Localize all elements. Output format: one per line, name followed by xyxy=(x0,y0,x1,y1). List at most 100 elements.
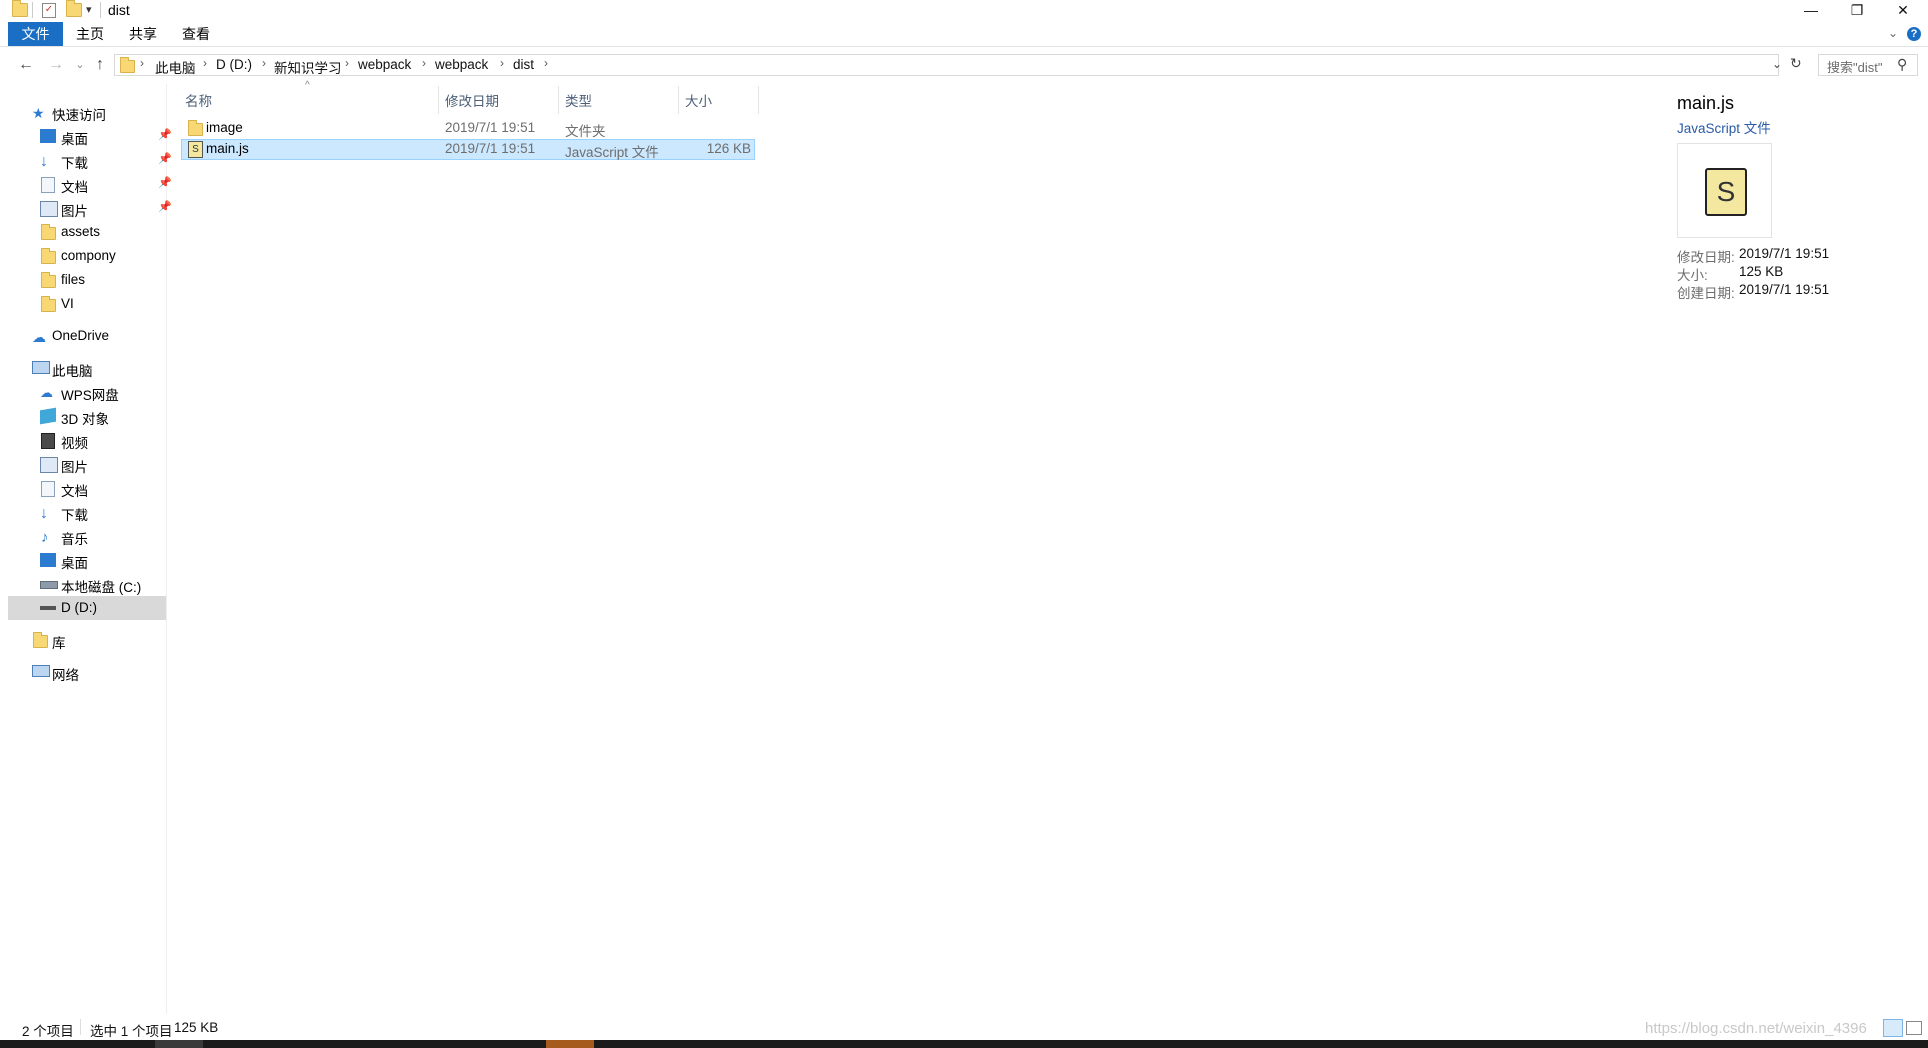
nav-quick-item[interactable]: files xyxy=(8,268,166,292)
preview-size-label: 大小: xyxy=(1677,268,1708,283)
recent-dropdown-icon[interactable]: ⌄ xyxy=(70,54,90,76)
window-title: dist xyxy=(108,2,130,18)
details-view-icon[interactable] xyxy=(1883,1019,1903,1037)
preview-created-label: 创建日期: xyxy=(1677,286,1735,301)
column-header-size[interactable]: 大小 xyxy=(685,90,712,110)
pin-icon: 📌 xyxy=(158,177,172,189)
nav-pc-item[interactable]: 视频 xyxy=(8,428,166,452)
file-type: JavaScript 文件 xyxy=(565,145,659,160)
nav-pc-item[interactable]: 3D 对象 xyxy=(8,404,166,428)
taskbar-item[interactable] xyxy=(546,1040,594,1048)
preview-created-value: 2019/7/1 19:51 xyxy=(1739,282,1830,297)
nav-pc-item[interactable]: ♪ 音乐 xyxy=(8,524,166,548)
nav-pc-item-selected[interactable]: D (D:) xyxy=(8,596,166,620)
file-size: 126 KB xyxy=(706,141,751,156)
column-divider[interactable] xyxy=(438,86,439,114)
nav-onedrive[interactable]: ☁ OneDrive xyxy=(8,324,166,348)
qat-dropdown-icon[interactable]: ▾ xyxy=(86,3,92,16)
cloud-icon: ☁ xyxy=(32,329,46,345)
pin-icon: 📌 xyxy=(158,201,172,213)
nav-quick-item[interactable]: ↓ 下载 📌 xyxy=(8,148,172,172)
status-bar xyxy=(0,1014,1928,1040)
javascript-file-icon: S xyxy=(188,141,203,158)
breadcrumb-folder[interactable]: 新知识学习 xyxy=(274,57,342,77)
breadcrumb-this-pc[interactable]: 此电脑 xyxy=(155,57,196,77)
folder-icon xyxy=(41,272,56,288)
nav-network[interactable]: 网络 xyxy=(8,660,166,684)
divider xyxy=(32,2,33,18)
local-disk-icon xyxy=(40,581,58,589)
tab-file[interactable]: 文件 xyxy=(8,22,63,46)
nav-pc-item[interactable]: 桌面 xyxy=(8,548,166,572)
column-header-type[interactable]: 类型 xyxy=(565,90,592,110)
nav-pc-item[interactable]: 图片 xyxy=(8,452,166,476)
back-button[interactable]: ← xyxy=(16,54,36,76)
tab-view[interactable]: 查看 xyxy=(174,22,218,46)
nav-pc-item[interactable]: ↓ 下载 xyxy=(8,500,166,524)
nav-quick-item[interactable]: assets xyxy=(8,220,166,244)
nav-pc-item[interactable]: ☁ WPS网盘 xyxy=(8,380,166,404)
column-divider[interactable] xyxy=(558,86,559,114)
chevron-right-icon[interactable]: › xyxy=(500,56,504,70)
large-icons-view-icon[interactable] xyxy=(1906,1021,1922,1035)
restore-button[interactable]: ❐ xyxy=(1834,0,1880,22)
minimize-button[interactable]: — xyxy=(1788,0,1834,22)
file-name: image xyxy=(206,120,243,135)
chevron-right-icon[interactable]: › xyxy=(345,56,349,70)
close-button[interactable]: ✕ xyxy=(1880,0,1926,22)
chevron-right-icon[interactable]: › xyxy=(140,56,144,70)
properties-icon[interactable]: ✓ xyxy=(42,3,56,18)
nav-quick-item[interactable]: 文档 📌 xyxy=(8,172,172,196)
breadcrumb-webpack-2[interactable]: webpack xyxy=(435,57,488,72)
chevron-right-icon[interactable]: › xyxy=(544,56,548,70)
breadcrumb-d-drive[interactable]: D (D:) xyxy=(216,57,252,72)
search-icon[interactable]: ⚲ xyxy=(1897,56,1907,73)
search-placeholder: 搜索"dist" xyxy=(1827,60,1883,75)
preview-modified-label: 修改日期: xyxy=(1677,250,1735,265)
taskbar-item[interactable] xyxy=(155,1040,203,1048)
ribbon-expand-icon[interactable]: ⌄ xyxy=(1888,26,1898,40)
3d-objects-icon xyxy=(40,407,56,425)
nav-library[interactable]: 库 xyxy=(8,628,166,652)
forward-button[interactable]: → xyxy=(46,54,66,76)
tab-home[interactable]: 主页 xyxy=(68,22,112,46)
column-divider[interactable] xyxy=(758,86,759,114)
folder-icon xyxy=(188,120,203,136)
ribbon-bar xyxy=(0,22,1928,47)
refresh-icon[interactable]: ↻ xyxy=(1790,55,1802,72)
file-row[interactable]: image 2019/7/1 19:51 文件夹 xyxy=(181,118,755,139)
status-selected: 选中 1 个项目 xyxy=(90,1024,173,1039)
folder-icon xyxy=(12,0,28,17)
breadcrumb-dist[interactable]: dist xyxy=(513,57,534,72)
download-icon: ↓ xyxy=(40,505,48,522)
breadcrumb-webpack[interactable]: webpack xyxy=(358,57,411,72)
column-divider[interactable] xyxy=(678,86,679,114)
nav-quick-item[interactable]: VI xyxy=(8,292,166,316)
nav-pc-item[interactable]: 本地磁盘 (C:) xyxy=(8,572,166,596)
column-header-name[interactable]: 名称 xyxy=(185,90,212,110)
tab-share[interactable]: 共享 xyxy=(121,22,165,46)
nav-pc-item[interactable]: 文档 xyxy=(8,476,166,500)
column-header-modified[interactable]: 修改日期 xyxy=(445,90,499,110)
chevron-right-icon[interactable]: › xyxy=(203,56,207,70)
nav-quick-access[interactable]: ★ 快速访问 xyxy=(8,100,166,124)
nav-quick-item[interactable]: 桌面 📌 xyxy=(8,124,172,148)
chevron-right-icon[interactable]: › xyxy=(422,56,426,70)
pictures-icon xyxy=(40,201,58,217)
star-icon: ★ xyxy=(32,105,45,121)
help-icon[interactable]: ? xyxy=(1907,27,1921,41)
address-dropdown-icon[interactable]: ⌄ xyxy=(1772,57,1782,71)
file-modified: 2019/7/1 19:51 xyxy=(445,141,536,156)
new-folder-icon[interactable] xyxy=(66,0,82,17)
preview-modified-value: 2019/7/1 19:51 xyxy=(1739,246,1830,261)
nav-quick-item[interactable]: compony xyxy=(8,244,166,268)
status-selected-size: 125 KB xyxy=(174,1020,219,1035)
pin-icon: 📌 xyxy=(158,153,172,165)
video-icon xyxy=(41,433,55,449)
up-button[interactable]: ↑ xyxy=(90,54,110,76)
chevron-right-icon[interactable]: › xyxy=(262,56,266,70)
file-row-selected[interactable]: S main.js 2019/7/1 19:51 JavaScript 文件 1… xyxy=(181,139,755,160)
nav-quick-item[interactable]: 图片 📌 xyxy=(8,196,172,220)
preview-size-value: 125 KB xyxy=(1739,264,1784,279)
nav-this-pc[interactable]: 此电脑 xyxy=(8,356,166,380)
